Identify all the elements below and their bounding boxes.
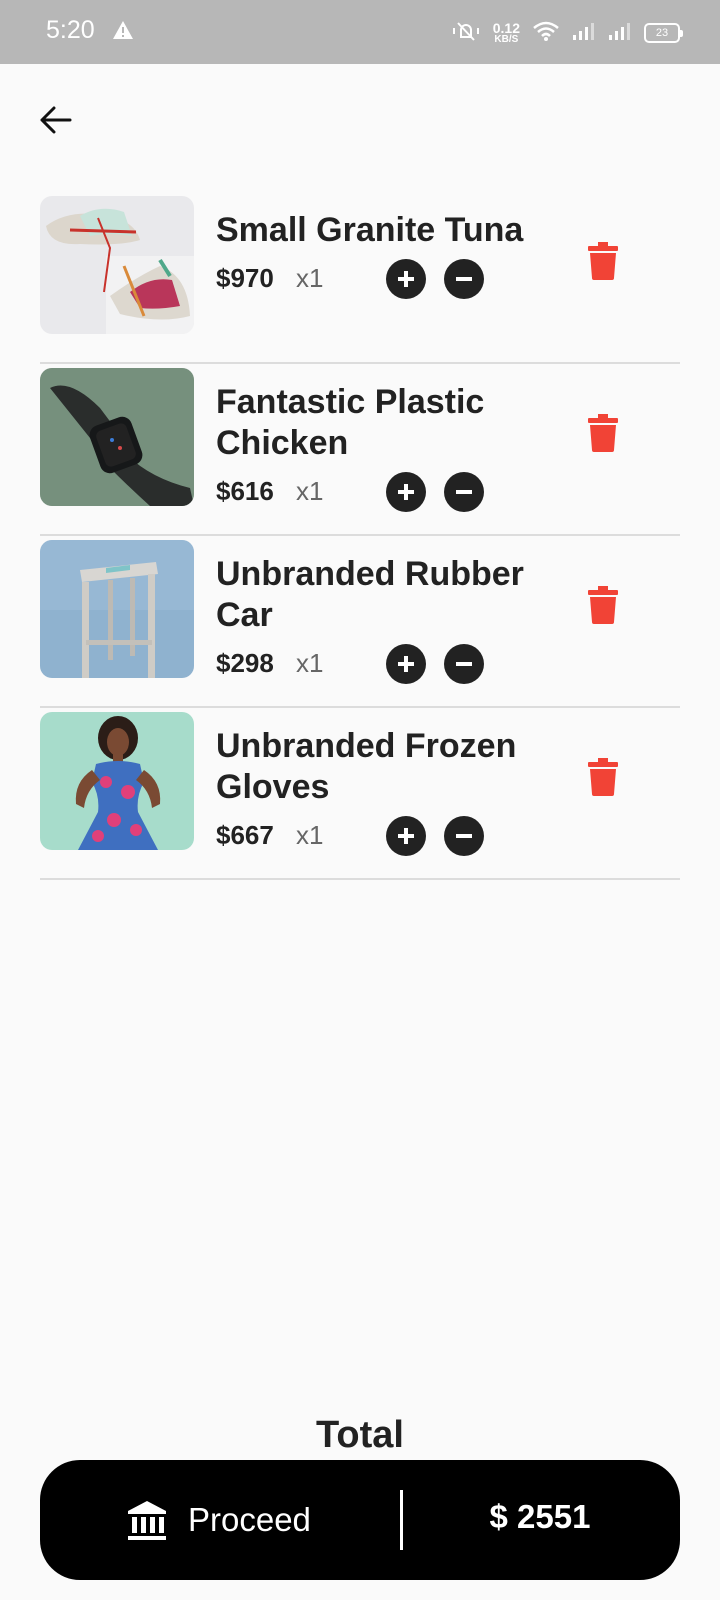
checkout-bar: Proceed $ 2551 xyxy=(40,1460,680,1580)
increase-quantity-button[interactable] xyxy=(386,472,426,512)
quantity-controls xyxy=(386,259,484,299)
product-image-stool[interactable] xyxy=(40,540,194,678)
delete-item-button[interactable] xyxy=(588,242,618,280)
decrease-quantity-button[interactable] xyxy=(444,472,484,512)
item-quantity: x1 xyxy=(296,647,324,678)
decrease-quantity-button[interactable] xyxy=(444,259,484,299)
cart-item: Small Granite Tuna $970 x1 xyxy=(40,192,680,364)
item-quantity: x1 xyxy=(296,475,324,506)
warning-icon xyxy=(112,20,134,45)
status-time: 5:20 xyxy=(46,16,95,44)
decrease-quantity-button[interactable] xyxy=(444,644,484,684)
proceed-button[interactable]: Proceed xyxy=(126,1494,311,1546)
status-bar: 5:20 0.12 KB/S 23 xyxy=(0,0,720,64)
item-quantity: x1 xyxy=(296,262,324,293)
signal-icon xyxy=(572,21,596,46)
signal-icon-2 xyxy=(608,21,632,46)
cart-item: Fantastic Plastic Chicken $616 x1 xyxy=(40,364,680,536)
item-name: Fantastic Plastic Chicken xyxy=(216,383,485,462)
item-quantity: x1 xyxy=(296,819,324,850)
delete-item-button[interactable] xyxy=(588,586,618,624)
item-info: Unbranded Frozen Gloves $667 x1 xyxy=(216,726,546,856)
price-row: $616 x1 xyxy=(216,470,546,512)
trash-icon xyxy=(588,242,618,280)
item-name: Small Granite Tuna xyxy=(216,211,524,249)
price-row: $970 x1 xyxy=(216,257,546,299)
plus-icon xyxy=(398,828,414,844)
wifi-icon xyxy=(532,20,560,47)
price-row: $298 x1 xyxy=(216,642,546,684)
quantity-controls xyxy=(386,472,484,512)
product-image-dress-model[interactable] xyxy=(40,712,194,850)
net-speed-value: 0.12 xyxy=(492,20,520,36)
item-price: $616 xyxy=(216,475,274,506)
plus-icon xyxy=(398,484,414,500)
quantity-controls xyxy=(386,644,484,684)
item-info: Small Granite Tuna $970 x1 xyxy=(216,210,546,299)
item-info: Unbranded Rubber Car $298 x1 xyxy=(216,554,546,684)
item-name: Unbranded Frozen Gloves xyxy=(216,727,517,806)
total-amount: $ 2551 xyxy=(489,1498,591,1535)
item-price: $298 xyxy=(216,647,274,678)
price-row: $667 x1 xyxy=(216,814,546,856)
decrease-quantity-button[interactable] xyxy=(444,816,484,856)
trash-icon xyxy=(588,758,618,796)
minus-icon xyxy=(456,490,472,494)
increase-quantity-button[interactable] xyxy=(386,259,426,299)
battery-icon: 23 xyxy=(644,23,683,43)
product-image-smartwatch[interactable] xyxy=(40,368,194,506)
cart-item: Unbranded Frozen Gloves $667 x1 xyxy=(40,708,680,880)
plus-icon xyxy=(398,656,414,672)
proceed-label: Proceed xyxy=(188,1501,311,1538)
status-icons: 0.12 KB/S 23 xyxy=(451,18,683,48)
item-info: Fantastic Plastic Chicken $616 x1 xyxy=(216,382,546,512)
arrow-left-icon xyxy=(40,106,72,134)
cart-item: Unbranded Rubber Car $298 x1 xyxy=(40,536,680,708)
quantity-controls xyxy=(386,816,484,856)
trash-icon xyxy=(588,586,618,624)
trash-icon xyxy=(588,414,618,452)
cart-list: Small Granite Tuna $970 x1 Fantastic Pla… xyxy=(40,192,680,880)
minus-icon xyxy=(456,277,472,281)
delete-item-button[interactable] xyxy=(588,414,618,452)
delete-item-button[interactable] xyxy=(588,758,618,796)
item-price: $667 xyxy=(216,819,274,850)
plus-icon xyxy=(398,271,414,287)
silent-bell-icon xyxy=(451,19,481,48)
product-image-sneakers[interactable] xyxy=(40,196,194,334)
back-button[interactable] xyxy=(36,100,76,140)
increase-quantity-button[interactable] xyxy=(386,644,426,684)
item-price: $970 xyxy=(216,262,274,293)
bank-icon xyxy=(128,1501,166,1540)
increase-quantity-button[interactable] xyxy=(386,816,426,856)
item-name: Unbranded Rubber Car xyxy=(216,555,524,634)
minus-icon xyxy=(456,662,472,666)
divider xyxy=(400,1490,403,1550)
net-speed: 0.12 KB/S xyxy=(493,21,520,45)
total-label: Total xyxy=(316,1414,404,1456)
net-speed-unit: KB/S xyxy=(494,34,519,45)
minus-icon xyxy=(456,834,472,838)
